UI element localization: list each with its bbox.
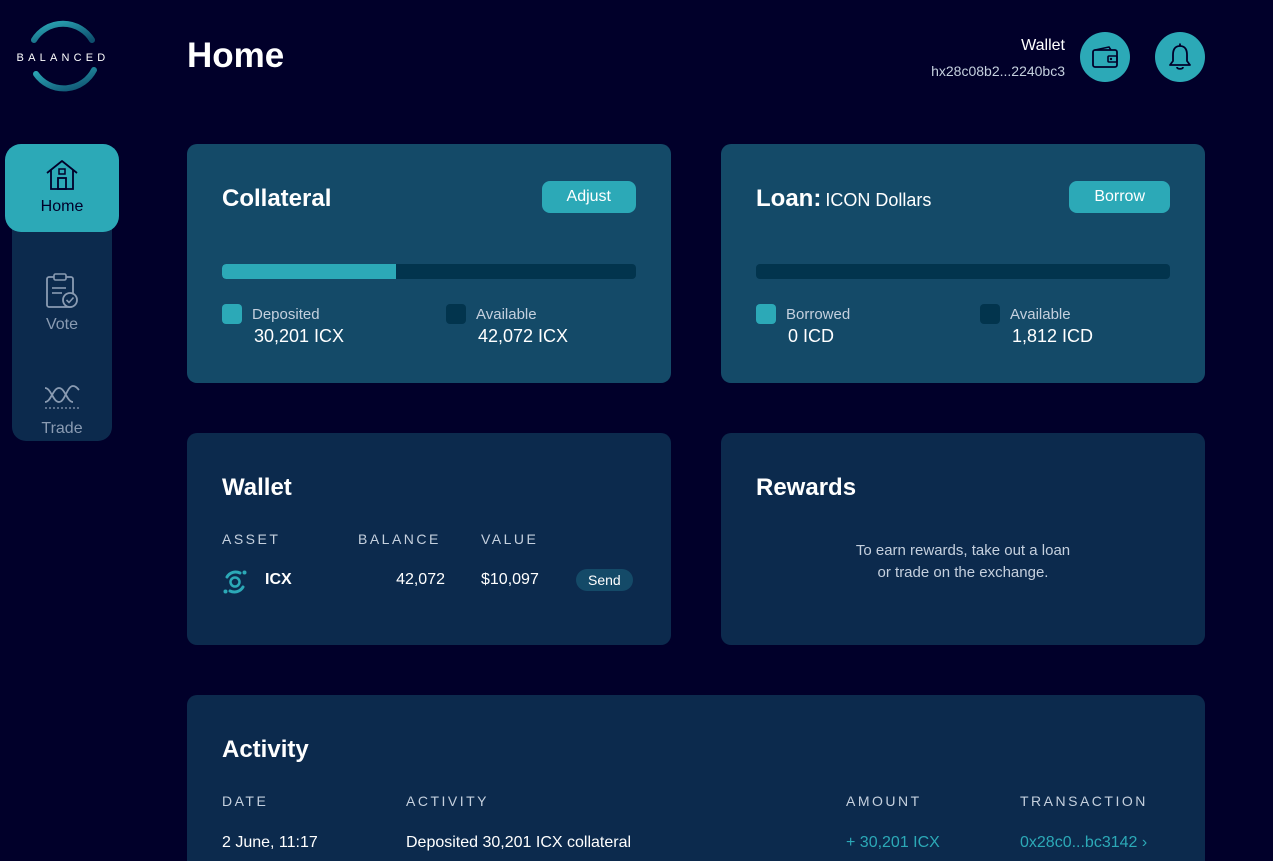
send-button[interactable]: Send (576, 569, 633, 591)
activity-amount: + 30,201 ICX (846, 834, 940, 851)
collateral-progress-bar (222, 264, 636, 279)
adjust-button[interactable]: Adjust (541, 181, 636, 213)
available-value: 42,072 ICX (478, 326, 569, 346)
rewards-message: To earn rewards, take out a loan or trad… (721, 540, 1205, 584)
deposited-swatch (222, 304, 242, 324)
deposited-label: Deposited (252, 306, 320, 323)
activity-description: Deposited 30,201 ICX collateral (406, 834, 632, 851)
activity-date: 2 June, 11:17 (222, 834, 318, 851)
loan-currency: ICON Dollars (825, 190, 932, 210)
sidebar-item-label: Home (40, 198, 84, 215)
notifications-button[interactable] (1155, 32, 1205, 82)
activity-card: Activity DATE ACTIVITY AMOUNT TRANSACTIO… (187, 695, 1205, 861)
icx-token-icon (223, 570, 247, 594)
collateral-card: Collateral Adjust Deposited 30,201 ICX A… (187, 144, 671, 383)
sidebar-item-home[interactable]: Home (5, 144, 119, 232)
rewards-message-line2: or trade on the exchange. (877, 564, 1049, 581)
bell-icon (1169, 43, 1191, 70)
collateral-title: Collateral (222, 185, 332, 212)
asset-name: ICX (265, 571, 292, 588)
sidebar-item-label: Vote (45, 316, 79, 333)
loan-available-value: 1,812 ICD (1012, 326, 1094, 346)
column-header-date: DATE (222, 793, 269, 809)
column-header-activity: ACTIVITY (406, 793, 490, 809)
balanced-logo[interactable]: BALANCED (10, 18, 116, 96)
asset-value: $10,097 (481, 571, 539, 588)
column-header-asset: ASSET (222, 531, 281, 547)
column-header-value: VALUE (481, 531, 539, 547)
trade-chart-icon (44, 385, 80, 409)
loan-available-label: Available (1010, 306, 1071, 323)
loan-title-label: Loan: (756, 185, 822, 212)
borrowed-label: Borrowed (786, 306, 851, 323)
wallet-card-title: Wallet (222, 474, 292, 501)
available-label: Available (476, 306, 537, 323)
collateral-progress-fill (222, 264, 396, 279)
borrow-button[interactable]: Borrow (1069, 181, 1170, 213)
loan-title: Loan: ICON Dollars (756, 185, 931, 213)
sidebar-item-label: Trade (41, 420, 83, 437)
home-icon (46, 160, 78, 190)
wallet-address[interactable]: hx28c08b2...2240bc3 (931, 63, 1065, 79)
wallet-label: Wallet (1021, 37, 1065, 54)
available-swatch (446, 304, 466, 324)
page-title: Home (187, 36, 285, 75)
wallet-button[interactable] (1080, 32, 1130, 82)
rewards-message-line1: To earn rewards, take out a loan (855, 542, 1071, 559)
borrowed-swatch (756, 304, 776, 324)
asset-balance: 42,072 (396, 571, 445, 588)
rewards-title: Rewards (756, 474, 857, 501)
wallet-card: Wallet ASSET BALANCE VALUE ICX 42,072 $1… (187, 433, 671, 645)
logo-text: BALANCED (16, 52, 110, 64)
column-header-transaction: TRANSACTION (1020, 793, 1148, 809)
wallet-icon (1092, 46, 1118, 68)
column-header-balance: BALANCE (358, 531, 441, 547)
transaction-link[interactable]: 0x28c0...bc3142 › (1020, 834, 1147, 852)
deposited-value: 30,201 ICX (254, 326, 345, 346)
loan-card: Loan: ICON Dollars Borrow Borrowed 0 ICD … (721, 144, 1205, 383)
rewards-card: Rewards To earn rewards, take out a loan… (721, 433, 1205, 645)
sidebar-item-trade[interactable]: Trade (12, 366, 112, 454)
borrowed-value: 0 ICD (788, 326, 835, 346)
loan-available-swatch (980, 304, 1000, 324)
activity-title: Activity (222, 736, 309, 763)
column-header-amount: AMOUNT (846, 793, 922, 809)
sidebar-item-vote[interactable]: Vote (12, 258, 112, 346)
loan-progress-bar (756, 264, 1170, 279)
vote-clipboard-icon (46, 273, 78, 308)
